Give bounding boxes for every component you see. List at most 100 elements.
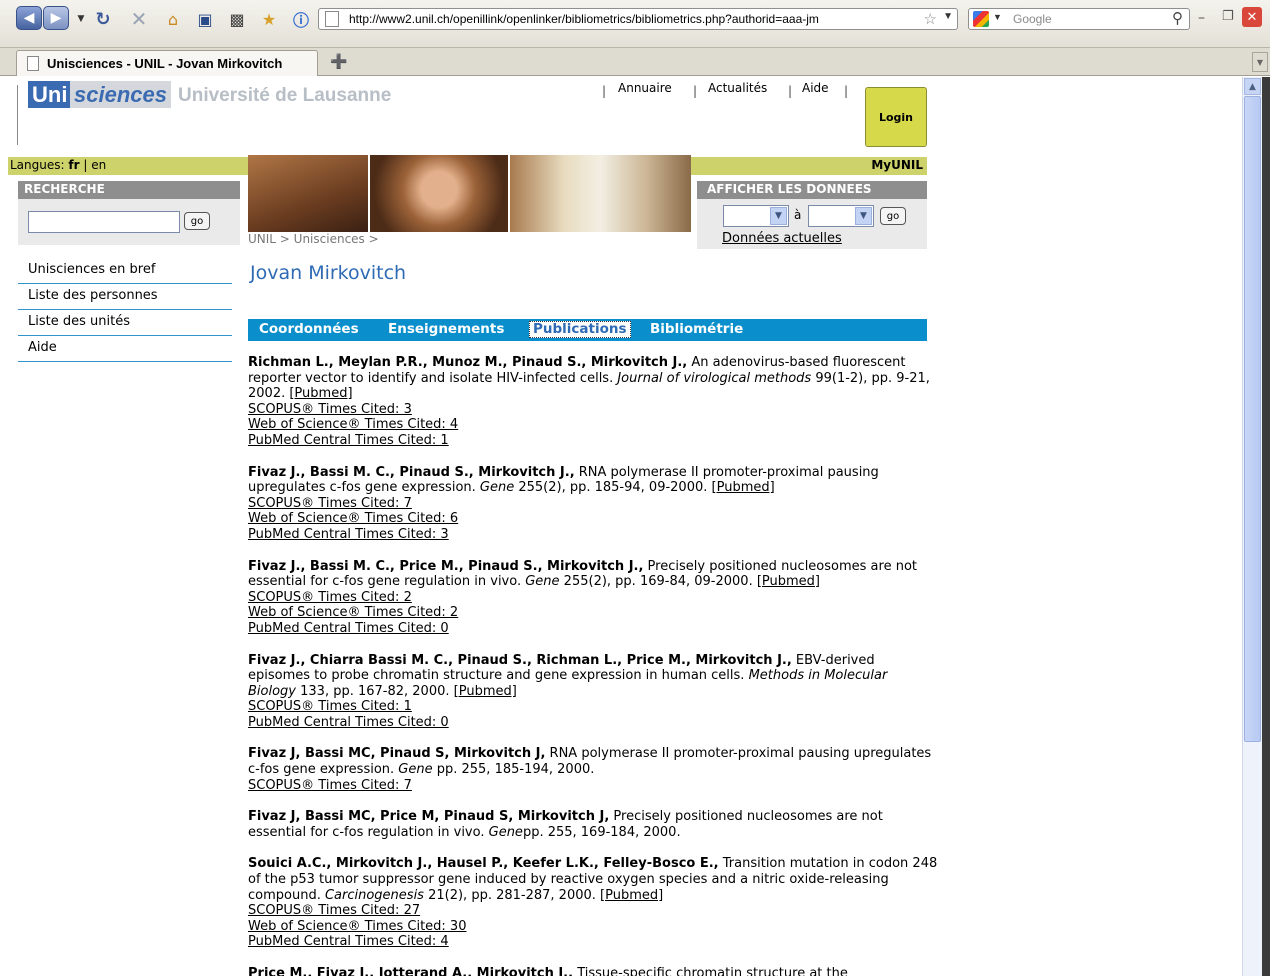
breadcrumb[interactable]: UNIL > Unisciences > [248,232,379,246]
vertical-scrollbar[interactable]: ▲ [1242,77,1262,976]
search-panel: RECHERCHE go [18,181,240,245]
citation-link[interactable]: SCOPUS® Times Cited: 3 [248,402,938,418]
myunil-link[interactable]: MyUNIL [691,157,927,175]
publication-journal: Gene [488,824,523,840]
publication-authors: Fivaz J, Bassi MC, Pinaud S, Mirkovitch … [248,746,546,762]
publication-item: Fivaz J, Bassi MC, Price M, Pinaud S, Mi… [248,809,938,840]
citation-link[interactable]: Web of Science® Times Cited: 30 [248,919,938,935]
scrollbar-thumb[interactable] [1244,96,1261,742]
lang-separator: | [83,158,88,172]
citation-link[interactable]: PubMed Central Times Cited: 0 [248,621,938,637]
sidebar-item-personnes[interactable]: Liste des personnes [18,284,232,310]
pubmed-link[interactable]: [Pubmed] [454,684,517,699]
divider: | [844,84,849,98]
link-annuaire[interactable]: Annuaire [618,81,672,95]
citation-link[interactable]: SCOPUS® Times Cited: 1 [248,699,938,715]
publication-item: Fivaz J., Bassi M. C., Pinaud S., Mirkov… [248,465,938,543]
logo-sciences[interactable]: sciences [70,81,171,108]
reload-icon[interactable]: ↻ [92,8,114,30]
browser-tab-active[interactable]: Unisciences - UNIL - Jovan Mirkovitch [16,50,318,76]
pubmed-link[interactable]: [Pubmed] [757,574,820,589]
citation-link[interactable]: PubMed Central Times Cited: 3 [248,527,938,543]
pubmed-link[interactable]: [Pubmed] [289,386,352,401]
tab-list-icon[interactable]: ▼ [1252,52,1268,72]
url-dropdown-icon[interactable]: ▼ [943,11,953,22]
university-name[interactable]: Université de Lausanne [178,85,391,107]
lang-fr[interactable]: fr [68,158,79,172]
citation-link[interactable]: Web of Science® Times Cited: 6 [248,511,938,527]
sidebar-item-aide[interactable]: Aide [18,336,232,362]
google-icon[interactable] [973,11,989,27]
publication-item: Fivaz J, Bassi MC, Pinaud S, Mirkovitch … [248,746,938,793]
search-engine-dropdown-icon[interactable]: ▼ [993,12,1002,22]
publication-journal: Journal of virological methods [617,370,812,386]
citation-link[interactable]: SCOPUS® Times Cited: 7 [248,778,938,794]
citation-link[interactable]: PubMed Central Times Cited: 0 [248,715,938,731]
year-to-select[interactable]: ▼ [808,205,874,227]
citation-link[interactable]: Web of Science® Times Cited: 2 [248,605,938,621]
history-dropdown-icon[interactable]: ▼ [70,8,92,30]
chevron-down-icon[interactable]: ▼ [855,207,872,225]
header-divider [17,85,18,145]
search-heading: RECHERCHE [18,181,240,199]
close-icon[interactable]: ✕ [1242,7,1262,27]
page-icon [27,56,39,71]
citation-link[interactable]: SCOPUS® Times Cited: 2 [248,590,938,606]
sidebar-item-unites[interactable]: Liste des unités [18,310,232,336]
publication-authors: Fivaz J., Chiarra Bassi M. C., Pinaud S.… [248,652,792,668]
search-icon[interactable]: ⚲ [1172,9,1183,27]
data-heading: AFFICHER LES DONNEES [697,181,927,199]
publication-authors: Fivaz J., Bassi M. C., Price M., Pinaud … [248,558,644,574]
scroll-up-icon[interactable]: ▲ [1244,78,1261,95]
back-icon[interactable]: ◀ [16,6,42,30]
chevron-down-icon[interactable]: ▼ [770,207,787,225]
citation-link[interactable]: Web of Science® Times Cited: 4 [248,417,938,433]
publication-item: Fivaz J., Chiarra Bassi M. C., Pinaud S.… [248,653,938,731]
data-go-button[interactable]: go [880,207,906,225]
publication-authors: Fivaz J, Bassi MC, Price M, Pinaud S, Mi… [248,809,610,825]
to-label: à [794,208,802,222]
print-icon[interactable]: ▩ [226,8,248,30]
current-data-link[interactable]: Données actuelles [722,231,842,246]
page-icon [325,11,339,27]
publication-journal: Gene [398,762,433,778]
language-bar: Langues: fr | en [8,157,248,175]
restore-icon[interactable]: ❐ [1222,9,1234,24]
tab-enseignements[interactable]: Enseignements [385,321,507,337]
url-text: http://www2.unil.ch/openillink/openlinke… [349,12,819,26]
save-icon[interactable]: ▣ [194,8,216,30]
minimize-icon[interactable]: – [1198,10,1205,26]
year-from-select[interactable]: ▼ [723,205,789,227]
tab-coordonnees[interactable]: Coordonnées [256,321,362,337]
address-bar[interactable]: http://www2.unil.ch/openillink/openlinke… [318,8,958,30]
search-input[interactable] [28,211,180,233]
tab-publications[interactable]: Publications [529,321,631,338]
tab-bibliometrie[interactable]: Bibliométrie [647,321,746,337]
star-icon[interactable]: ☆ [924,10,937,28]
publication-authors: Price M., Fivaz J., Jotterand A., Mirkov… [248,966,574,976]
link-actualites[interactable]: Actualités [708,81,767,95]
pubmed-link[interactable]: [Pubmed] [600,888,663,903]
home-icon[interactable]: ⌂ [162,8,184,30]
page-title: Jovan Mirkovitch [250,262,407,284]
forward-icon[interactable]: ▶ [43,6,69,30]
publication-journal: Gene [479,480,515,496]
lang-en[interactable]: en [91,158,106,172]
citation-link[interactable]: PubMed Central Times Cited: 1 [248,433,938,449]
search-go-button[interactable]: go [184,212,210,230]
publication-title: Tissue-specific chromatin structure at t… [573,966,848,976]
tab-strip: Unisciences - UNIL - Jovan Mirkovitch [0,48,1270,76]
citation-link[interactable]: SCOPUS® Times Cited: 7 [248,496,938,512]
logo-uni[interactable]: Uni [28,81,72,108]
citation-link[interactable]: SCOPUS® Times Cited: 27 [248,903,938,919]
citation-link[interactable]: PubMed Central Times Cited: 4 [248,934,938,950]
sidebar-item-en-bref[interactable]: Unisciences en bref [18,258,232,284]
login-button[interactable]: Login [865,87,927,147]
bookmark-icon[interactable]: ★ [258,8,280,30]
info-icon[interactable]: ⓘ [290,8,312,30]
link-aide[interactable]: Aide [802,81,829,95]
pubmed-link[interactable]: [Pubmed] [712,480,775,495]
new-tab-icon[interactable]: ➕ [330,54,347,70]
stop-icon[interactable]: ✕ [128,7,150,31]
browser-search-input[interactable]: ▼ Google ⚲ [968,8,1190,30]
